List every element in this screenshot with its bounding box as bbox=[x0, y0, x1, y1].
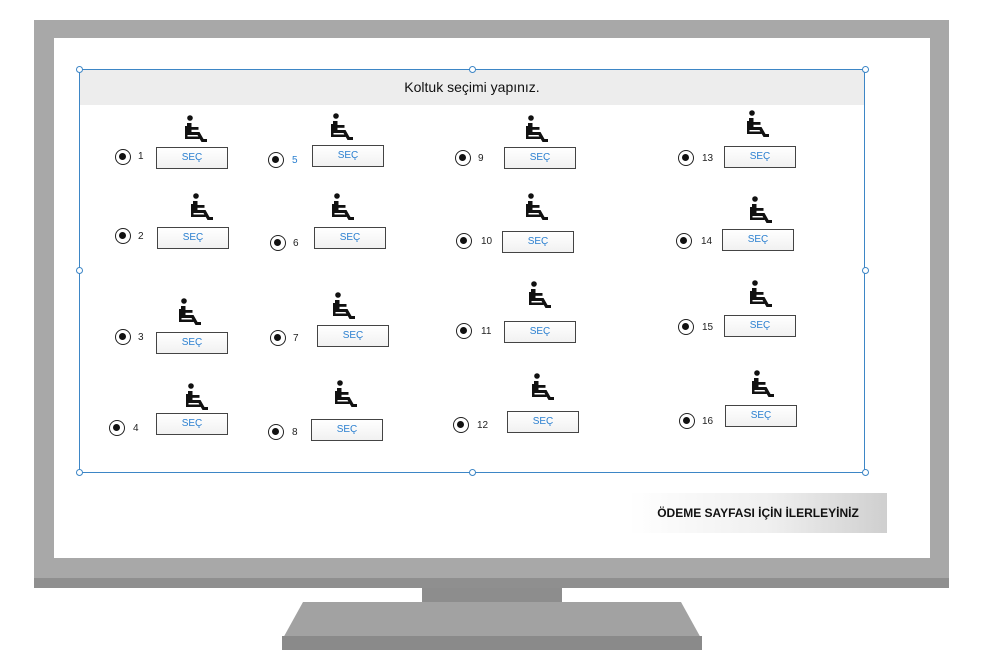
seat-radio-button[interactable] bbox=[268, 424, 284, 440]
select-seat-button[interactable]: SEÇ bbox=[507, 411, 579, 433]
seat-number: 16 bbox=[702, 416, 714, 427]
seat-number: 13 bbox=[702, 153, 714, 164]
seat-number: 6 bbox=[293, 238, 299, 249]
wheelchair-seat-icon bbox=[177, 298, 203, 326]
seat-radio-button[interactable] bbox=[115, 149, 131, 165]
wheelchair-seat-icon bbox=[748, 196, 774, 224]
select-seat-button[interactable]: SEÇ bbox=[504, 147, 576, 169]
select-seat-button[interactable]: SEÇ bbox=[156, 413, 228, 435]
seat-radio-button[interactable] bbox=[676, 233, 692, 249]
seat-radio-button[interactable] bbox=[270, 330, 286, 346]
seat-radio-button[interactable] bbox=[678, 150, 694, 166]
proceed-to-payment-button[interactable]: ÖDEME SAYFASI İÇİN İLERLEYİNİZ bbox=[629, 493, 887, 533]
wheelchair-seat-icon bbox=[330, 193, 356, 221]
wheelchair-seat-icon bbox=[530, 373, 556, 401]
select-seat-button[interactable]: SEÇ bbox=[725, 405, 797, 427]
seat-number: 8 bbox=[292, 427, 298, 438]
seat-number: 2 bbox=[138, 231, 144, 242]
select-seat-button[interactable]: SEÇ bbox=[156, 332, 228, 354]
seat-radio-button[interactable] bbox=[268, 152, 284, 168]
wheelchair-seat-icon bbox=[189, 193, 215, 221]
seat-number: 14 bbox=[701, 236, 713, 247]
select-seat-button[interactable]: SEÇ bbox=[317, 325, 389, 347]
wheelchair-seat-icon bbox=[524, 193, 550, 221]
seat-number: 3 bbox=[138, 332, 144, 343]
seat-radio-button[interactable] bbox=[109, 420, 125, 436]
select-seat-button[interactable]: SEÇ bbox=[722, 229, 794, 251]
seat-number: 5 bbox=[292, 155, 298, 166]
selection-handle[interactable] bbox=[862, 469, 869, 476]
selection-handle[interactable] bbox=[469, 469, 476, 476]
select-seat-button[interactable]: SEÇ bbox=[724, 146, 796, 168]
seat-number: 12 bbox=[477, 420, 489, 431]
selection-handle[interactable] bbox=[76, 66, 83, 73]
wheelchair-seat-icon bbox=[750, 370, 776, 398]
seat-radio-button[interactable] bbox=[270, 235, 286, 251]
selection-handle[interactable] bbox=[862, 267, 869, 274]
seat-radio-button[interactable] bbox=[678, 319, 694, 335]
seat-radio-button[interactable] bbox=[456, 233, 472, 249]
wheelchair-seat-icon bbox=[333, 380, 359, 408]
seat-radio-button[interactable] bbox=[115, 329, 131, 345]
seat-number: 11 bbox=[481, 326, 492, 337]
seat-number: 1 bbox=[138, 151, 144, 162]
wheelchair-seat-icon bbox=[183, 115, 209, 143]
panel-title: Koltuk seçimi yapınız. bbox=[80, 70, 864, 105]
select-seat-button[interactable]: SEÇ bbox=[156, 147, 228, 169]
wheelchair-seat-icon bbox=[184, 383, 210, 411]
wheelchair-seat-icon bbox=[748, 280, 774, 308]
seat-radio-button[interactable] bbox=[453, 417, 469, 433]
wheelchair-seat-icon bbox=[331, 292, 357, 320]
seat-radio-button[interactable] bbox=[456, 323, 472, 339]
wheelchair-seat-icon bbox=[745, 110, 771, 138]
select-seat-button[interactable]: SEÇ bbox=[314, 227, 386, 249]
seat-number: 4 bbox=[133, 423, 139, 434]
seat-radio-button[interactable] bbox=[679, 413, 695, 429]
select-seat-button[interactable]: SEÇ bbox=[311, 419, 383, 441]
selection-handle[interactable] bbox=[76, 469, 83, 476]
monitor-stand-base bbox=[282, 636, 702, 650]
select-seat-button[interactable]: SEÇ bbox=[312, 145, 384, 167]
seat-radio-button[interactable] bbox=[115, 228, 131, 244]
seat-number: 9 bbox=[478, 153, 484, 164]
selection-handle[interactable] bbox=[76, 267, 83, 274]
seat-number: 15 bbox=[702, 322, 714, 333]
seat-number: 7 bbox=[293, 333, 299, 344]
select-seat-button[interactable]: SEÇ bbox=[724, 315, 796, 337]
wheelchair-seat-icon bbox=[524, 115, 550, 143]
selection-handle[interactable] bbox=[862, 66, 869, 73]
monitor-bottom-bezel bbox=[34, 578, 949, 588]
select-seat-button[interactable]: SEÇ bbox=[504, 321, 576, 343]
selection-handle[interactable] bbox=[469, 66, 476, 73]
select-seat-button[interactable]: SEÇ bbox=[502, 231, 574, 253]
select-seat-button[interactable]: SEÇ bbox=[157, 227, 229, 249]
seat-radio-button[interactable] bbox=[455, 150, 471, 166]
seat-number: 10 bbox=[481, 236, 493, 247]
wheelchair-seat-icon bbox=[329, 113, 355, 141]
wheelchair-seat-icon bbox=[527, 281, 553, 309]
monitor-stand bbox=[282, 602, 702, 640]
